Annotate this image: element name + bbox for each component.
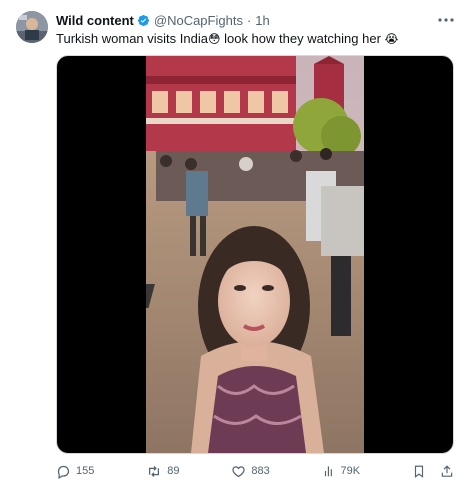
tweet-header: Wild content @NoCapFights · 1h xyxy=(56,11,270,29)
tweet-text-part-1: Turkish woman visits India xyxy=(56,31,208,46)
bookmark-icon[interactable] xyxy=(412,464,426,479)
reply-icon xyxy=(57,465,70,479)
tweet: Wild content @NoCapFights · 1h Turkish w… xyxy=(0,0,474,490)
video-media[interactable] xyxy=(56,55,454,454)
reply-button[interactable]: 155 xyxy=(56,464,94,479)
like-button[interactable]: 883 xyxy=(231,464,270,479)
like-count: 883 xyxy=(251,465,270,477)
retweet-icon xyxy=(149,465,160,477)
retweet-count: 89 xyxy=(167,465,180,477)
views-icon xyxy=(324,466,332,477)
separator-dot: · xyxy=(246,12,252,28)
views-button[interactable]: 79K xyxy=(322,464,361,478)
share-icon[interactable] xyxy=(440,464,454,479)
video-frame[interactable] xyxy=(146,56,364,453)
tweet-text: Turkish woman visits India😳 look how the… xyxy=(56,31,399,47)
verified-badge-icon xyxy=(137,14,150,27)
timestamp[interactable]: 1h xyxy=(255,13,269,28)
action-bar: 155 89 883 79K xyxy=(56,461,454,481)
crying-emoji: 😭 xyxy=(384,32,399,46)
right-actions xyxy=(412,464,454,479)
reply-count: 155 xyxy=(76,465,95,477)
display-name[interactable]: Wild content xyxy=(56,13,134,28)
views-count: 79K xyxy=(340,465,361,477)
like-icon xyxy=(232,465,245,477)
handle[interactable]: @NoCapFights xyxy=(154,13,243,28)
flushed-emoji: 😳 xyxy=(207,32,221,46)
more-options-icon[interactable] xyxy=(436,10,456,30)
avatar[interactable] xyxy=(16,11,48,43)
retweet-button[interactable]: 89 xyxy=(146,464,179,479)
tweet-text-part-2: look how they watching her xyxy=(220,31,385,46)
